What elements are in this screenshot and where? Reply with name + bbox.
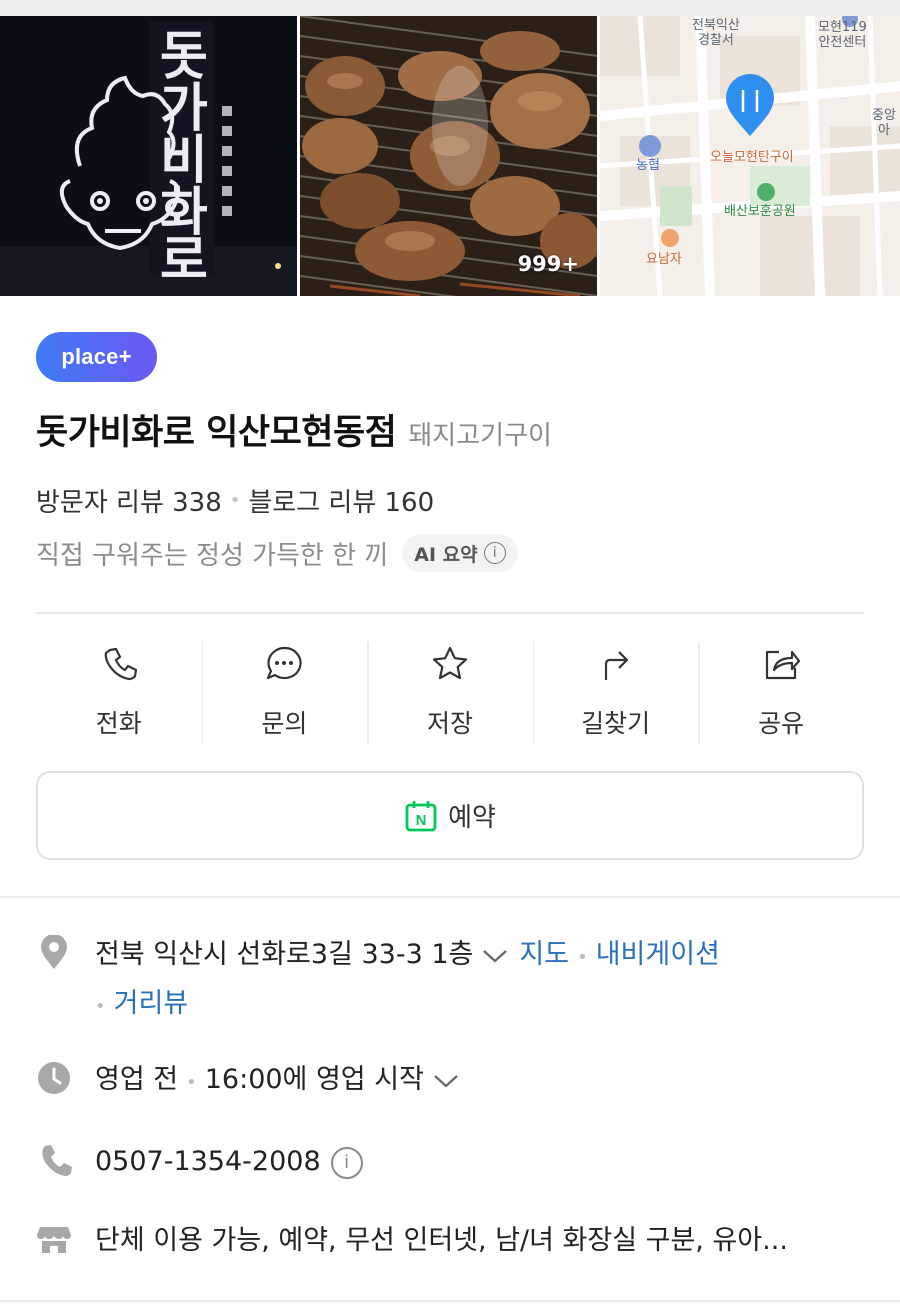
place-name: 돗가비화로 익산모현동점 xyxy=(36,413,397,453)
address-text-block: 전북 익산시 선화로3길 33-3 1층 지도 • 내비게이션 • 거리뷰 xyxy=(95,932,720,1030)
chevron-down-icon[interactable] xyxy=(432,1072,460,1090)
map-label-yonamja: 요남자 xyxy=(646,252,682,267)
bottom-divider xyxy=(0,1300,900,1302)
map-label-restaurant: 오늘모현탄구이 xyxy=(710,150,794,165)
inquiry-label: 문의 xyxy=(261,709,308,738)
amenities-row[interactable]: 단체 이용 가능, 예약, 무선 인터넷, 남/녀 화장실 구분, 유아... xyxy=(36,1218,788,1264)
reserve-button[interactable]: N 예약 xyxy=(36,771,864,860)
map-label-police: 전북익산 경찰서 xyxy=(692,18,740,48)
top-strip xyxy=(0,0,900,16)
save-label: 저장 xyxy=(426,709,473,738)
title-row: 돗가비화로 익산모현동점 돼지고기구이 xyxy=(36,404,552,455)
section-divider xyxy=(0,896,900,898)
info-icon: i xyxy=(483,542,506,564)
share-icon xyxy=(766,650,801,680)
booking-icon-letter: N xyxy=(416,812,427,829)
place-category: 돼지고기구이 xyxy=(408,421,552,451)
divider xyxy=(36,612,864,614)
amenities-text: 단체 이용 가능, 예약, 무선 인터넷, 남/녀 화장실 구분, 유아... xyxy=(95,1225,788,1256)
call-label: 전화 xyxy=(95,709,142,738)
reserve-label: 예약 xyxy=(448,803,496,833)
navigation-link[interactable]: 내비게이션 xyxy=(596,939,720,970)
map-link[interactable]: 지도 xyxy=(519,939,569,970)
storefront-photo[interactable]: 돗 가 비 화 로 xyxy=(0,16,297,296)
address-text: 전북 익산시 선화로3길 33-3 1층 xyxy=(95,939,474,970)
save-button[interactable]: 저장 xyxy=(367,640,533,745)
map-label-park: 배산보훈공원 xyxy=(724,204,796,219)
blog-reviews-link[interactable]: 블로그 리뷰 160 xyxy=(248,482,434,519)
hours-row[interactable]: 영업 전 • 16:00에 영업 시작 xyxy=(36,1057,470,1106)
separator-dot: • xyxy=(229,490,241,511)
phone-solid-icon xyxy=(42,1145,72,1176)
map-label-safety: 모현119 안전센터 xyxy=(818,20,867,50)
food-photo[interactable]: 999+ xyxy=(300,16,597,296)
call-button[interactable]: 전화 xyxy=(36,640,202,745)
directions-icon xyxy=(604,651,628,680)
chat-icon xyxy=(267,646,303,680)
map-label-nonghyup: 농협 xyxy=(636,158,660,173)
share-label: 공유 xyxy=(758,709,805,738)
phone-icon xyxy=(104,647,137,681)
review-counts: 방문자 리뷰 338 • 블로그 리뷰 160 xyxy=(36,482,434,519)
share-button[interactable]: 공유 xyxy=(698,640,864,745)
open-time: 16:00에 영업 시작 xyxy=(204,1064,424,1095)
separator-dot: • xyxy=(95,996,106,1017)
ai-summary-label: AI 요약 xyxy=(414,543,478,566)
phone-number[interactable]: 0507-1354-2008 xyxy=(95,1146,321,1177)
phone-row[interactable]: 0507-1354-2008 i xyxy=(36,1139,363,1185)
store-icon xyxy=(37,1227,71,1253)
visitor-reviews-link[interactable]: 방문자 리뷰 338 xyxy=(36,482,222,519)
star-icon xyxy=(432,646,468,680)
streetview-link[interactable]: 거리뷰 xyxy=(114,988,189,1019)
directions-button[interactable]: 길찾기 xyxy=(532,640,699,745)
separator-dot: • xyxy=(186,1072,197,1093)
clock-icon xyxy=(38,1062,70,1094)
info-icon[interactable]: i xyxy=(330,1146,363,1179)
hours-text-block: 영업 전 • 16:00에 영업 시작 xyxy=(95,1057,470,1106)
location-pin-icon xyxy=(41,935,67,969)
separator-dot: • xyxy=(577,947,588,968)
ai-summary-text: 직접 구워주는 정성 가득한 한 끼 xyxy=(36,540,389,571)
naver-booking-icon: N xyxy=(405,800,437,831)
summary-row: 직접 구워주는 정성 가득한 한 끼 AI 요약 i xyxy=(36,534,518,572)
address-row: 전북 익산시 선화로3길 33-3 1층 지도 • 내비게이션 • 거리뷰 xyxy=(36,932,720,1030)
chevron-down-icon[interactable] xyxy=(481,947,509,965)
ai-summary-chip[interactable]: AI 요약 i xyxy=(402,534,518,572)
place-plus-badge: place+ xyxy=(36,332,157,382)
directions-label: 길찾기 xyxy=(581,709,651,738)
sign-char-5: 로 xyxy=(160,230,208,291)
action-bar: 전화 문의 저장 길찾기 공유 xyxy=(36,640,864,745)
business-status: 영업 전 xyxy=(95,1064,179,1095)
phone-text-block: 0507-1354-2008 i xyxy=(95,1139,363,1185)
map-label-edge: 중앙 아 xyxy=(872,108,896,138)
inquiry-button[interactable]: 문의 xyxy=(201,640,368,745)
photo-count: 999+ xyxy=(517,252,579,276)
map-thumbnail[interactable]: 전북익산 경찰서 모현119 안전센터 농협 오늘모현탄구이 배산보훈공원 요남… xyxy=(600,16,900,296)
photo-gallery[interactable]: 돗 가 비 화 로 999+ 전북익산 경찰서 모현119 안전센터 농협 오늘… xyxy=(0,16,900,296)
